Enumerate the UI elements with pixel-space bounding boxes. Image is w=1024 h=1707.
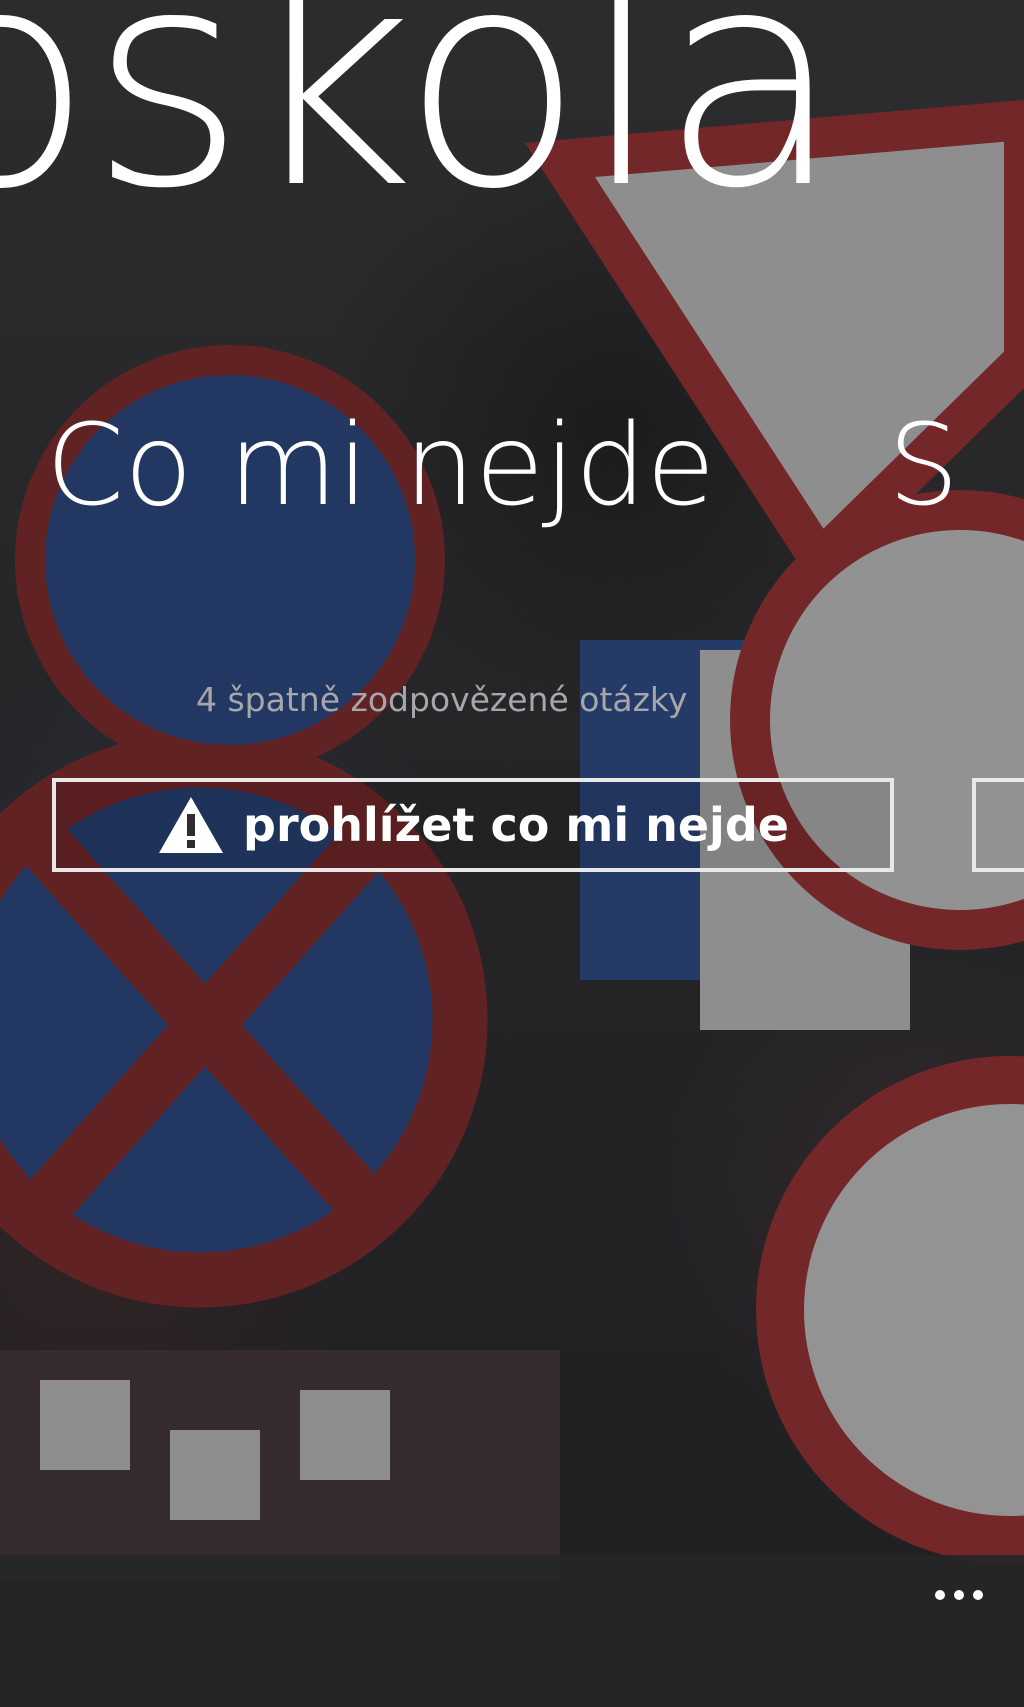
next-section-button[interactable] <box>972 778 1024 872</box>
wrong-answers-count: 4 špatně zodpovězené otázky <box>196 680 688 719</box>
warning-icon <box>159 797 224 853</box>
browse-weak-questions-label: prohlížet co mi nejde <box>243 798 789 852</box>
browse-weak-questions-button[interactable]: prohlížet co mi nejde <box>52 778 894 872</box>
more-icon <box>954 1590 964 1600</box>
app-title: oškola <box>0 0 844 254</box>
app-screen: oškola Co mi nejde S 4 špatně zodpovězen… <box>0 0 1024 1707</box>
pivot-header-current[interactable]: Co mi nejde <box>46 410 715 522</box>
pivot-header-next[interactable]: S <box>888 410 959 522</box>
more-button[interactable] <box>924 1575 994 1615</box>
app-bar <box>0 1555 1024 1707</box>
more-icon <box>973 1590 983 1600</box>
more-icon <box>935 1590 945 1600</box>
